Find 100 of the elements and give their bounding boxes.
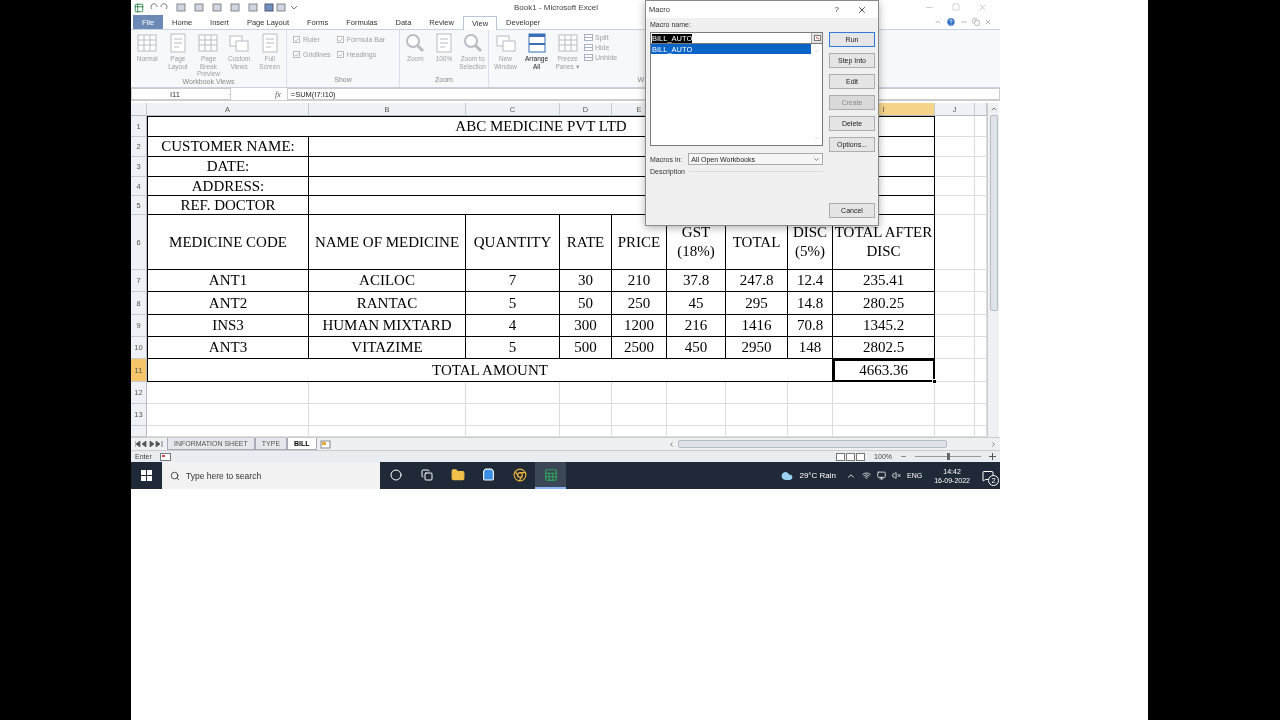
- table-cell: 50: [560, 292, 612, 315]
- table-cell: 37.8: [667, 270, 726, 292]
- cell[interactable]: [935, 270, 975, 292]
- table-cell: 280.25: [833, 292, 935, 315]
- folder-icon: [450, 467, 465, 482]
- close-icon[interactable]: [857, 4, 867, 15]
- column-header[interactable]: [975, 103, 987, 116]
- maximize-icon[interactable]: [952, 3, 960, 11]
- scroll-up-icon[interactable]: [989, 105, 998, 113]
- help-button[interactable]: ?: [834, 5, 839, 14]
- table-cell: 70.8: [788, 315, 833, 337]
- cell[interactable]: [935, 137, 975, 157]
- cell[interactable]: [788, 404, 833, 426]
- cell[interactable]: [788, 382, 833, 404]
- column-heading: RATE: [560, 215, 612, 270]
- sheet-nav-icons[interactable]: [135, 441, 163, 447]
- display-icon[interactable]: [877, 471, 886, 480]
- insert-function-button[interactable]: fx: [275, 89, 281, 99]
- weather-text[interactable]: 29°C Rain: [799, 471, 836, 480]
- cell[interactable]: [935, 292, 975, 315]
- total-label: TOTAL AMOUNT: [147, 359, 833, 382]
- cell[interactable]: [935, 382, 975, 404]
- table-cell: 5: [466, 337, 560, 359]
- select-all-corner[interactable]: [131, 103, 147, 116]
- cell[interactable]: [935, 196, 975, 215]
- table-cell: VITAZIME: [309, 337, 466, 359]
- restore-icon[interactable]: [972, 18, 980, 26]
- scroll-thumb[interactable]: [989, 115, 998, 311]
- cell[interactable]: [466, 404, 560, 426]
- cell[interactable]: [935, 337, 975, 359]
- task-view-icon: [420, 468, 433, 481]
- spreadsheet-icon: [543, 467, 558, 482]
- scroll-left-icon[interactable]: [668, 440, 675, 448]
- collapse-dialog-icon[interactable]: [811, 33, 822, 43]
- column-heading: MEDICINE CODE: [147, 215, 309, 270]
- cell[interactable]: [147, 404, 309, 426]
- muted-speaker-icon[interactable]: [892, 471, 901, 480]
- cell[interactable]: [667, 382, 726, 404]
- cell[interactable]: [935, 404, 975, 426]
- cell[interactable]: [935, 116, 975, 137]
- table-cell: 216: [667, 315, 726, 337]
- table-cell: INS3: [147, 315, 309, 337]
- table-cell: CUSTOMER NAME:: [147, 137, 309, 157]
- table-cell: 450: [667, 337, 726, 359]
- table-cell: 1416: [726, 315, 788, 337]
- minimize-icon[interactable]: [960, 18, 968, 26]
- column-heading: QUANTITY: [466, 215, 560, 270]
- cell[interactable]: [560, 404, 612, 426]
- table-cell: 300: [560, 315, 612, 337]
- cell[interactable]: [726, 382, 788, 404]
- quick-access-icons[interactable]: [149, 3, 299, 12]
- taskbar-search[interactable]: Type here to search: [162, 462, 380, 489]
- scroll-right-icon[interactable]: [990, 440, 997, 448]
- cell[interactable]: [935, 315, 975, 337]
- table-cell: ANT2: [147, 292, 309, 315]
- cell[interactable]: [560, 382, 612, 404]
- network-icon[interactable]: [862, 471, 871, 480]
- cell[interactable]: [612, 404, 667, 426]
- table-cell: ACILOC: [309, 270, 466, 292]
- table-cell: 247.8: [726, 270, 788, 292]
- cell[interactable]: [935, 359, 975, 382]
- table-cell: 1345.2: [833, 315, 935, 337]
- pane-icon: [584, 44, 593, 51]
- record-macro-icon[interactable]: [159, 452, 171, 461]
- view-buttons-icon[interactable]: [836, 452, 867, 461]
- table-cell: 45: [667, 292, 726, 315]
- four-squares-icon: [141, 470, 152, 481]
- table-cell: ADDRESS:: [147, 177, 309, 196]
- cell[interactable]: [309, 382, 466, 404]
- total-cell[interactable]: 4663.36: [833, 359, 935, 382]
- scroll-thumb[interactable]: [678, 440, 947, 448]
- table-cell: 14.8: [788, 292, 833, 315]
- app-icon: [134, 2, 144, 13]
- table-cell: 148: [788, 337, 833, 359]
- scroll-down-icon[interactable]: [813, 135, 820, 141]
- cell[interactable]: [309, 404, 466, 426]
- cell[interactable]: [612, 382, 667, 404]
- collapse-ribbon-icon[interactable]: [934, 18, 942, 26]
- help-icon[interactable]: [946, 17, 956, 27]
- new-sheet-icon[interactable]: [319, 439, 332, 449]
- table-cell: 295: [726, 292, 788, 315]
- cell[interactable]: [935, 177, 975, 196]
- cell[interactable]: [147, 382, 309, 404]
- weather-icon: [781, 469, 794, 482]
- table-cell: ANT1: [147, 270, 309, 292]
- table-cell: 2950: [726, 337, 788, 359]
- cell[interactable]: [833, 404, 935, 426]
- table-cell: HUMAN MIXTARD: [309, 315, 466, 337]
- zoom-in-icon[interactable]: [989, 453, 996, 460]
- table-cell: 250: [612, 292, 667, 315]
- cell[interactable]: [833, 382, 935, 404]
- table-cell: 30: [560, 270, 612, 292]
- zoom-out-icon[interactable]: [900, 453, 907, 460]
- cell[interactable]: [667, 404, 726, 426]
- table-cell: ANT3: [147, 337, 309, 359]
- table-cell: 4: [466, 315, 560, 337]
- cell[interactable]: [935, 157, 975, 177]
- cell[interactable]: [726, 404, 788, 426]
- cell[interactable]: [466, 382, 560, 404]
- cell[interactable]: [935, 215, 975, 270]
